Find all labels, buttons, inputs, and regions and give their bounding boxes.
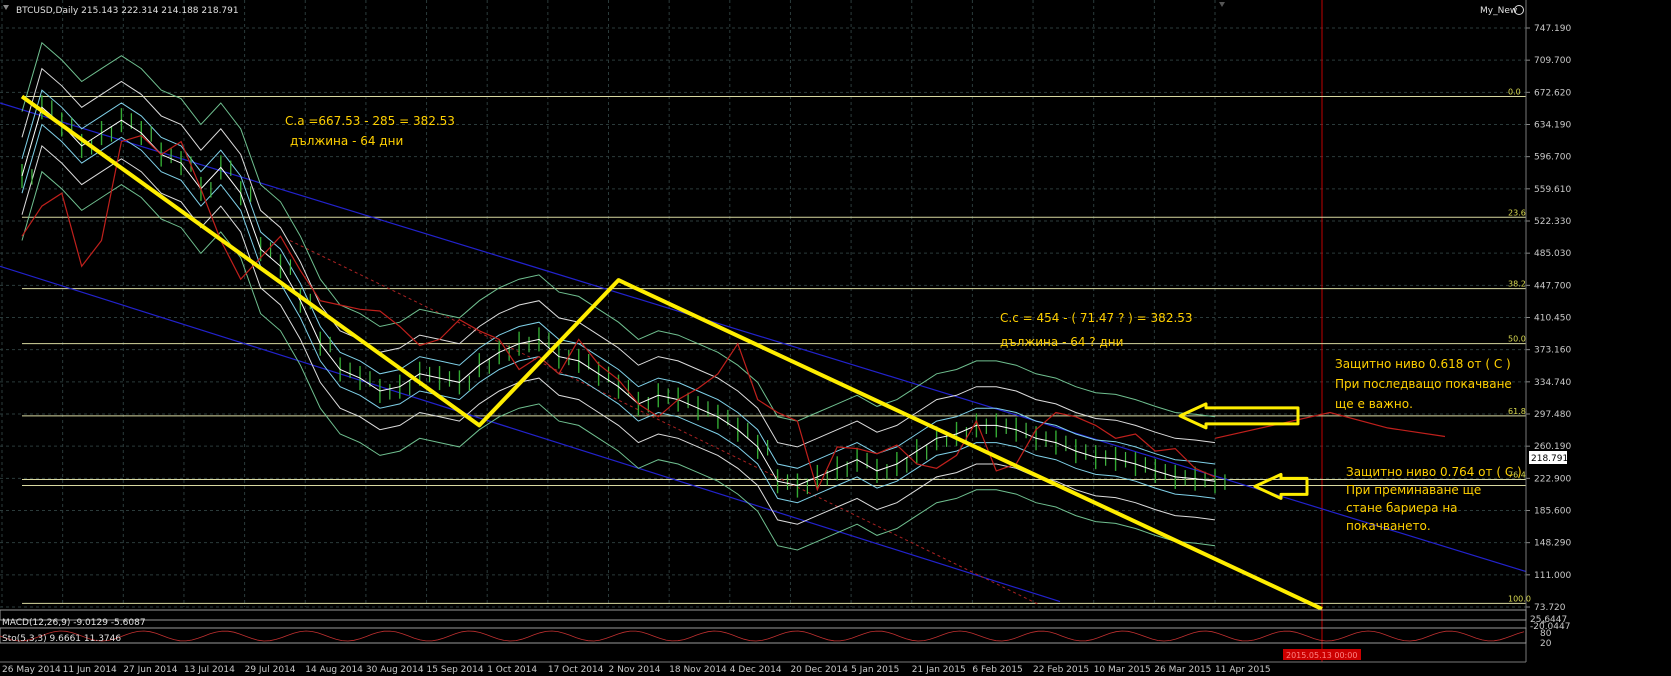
x-tick-label: 17 Oct 2014 (548, 665, 604, 675)
x-tick-label: 26 Mar 2015 (1154, 665, 1211, 675)
trading-terminal: 0.0 23.6 38.2 50.0 61.8 76.4 100.0 747.190 709.… (0, 0, 1671, 676)
fib-level-label: 61.8 (1508, 407, 1526, 416)
x-tick-label: 15 Sep 2014 (427, 665, 484, 675)
y-tick-label: 148.290 (1534, 539, 1571, 549)
y-tick-label: 222.900 (1534, 474, 1571, 484)
x-tick-label: 21 Jan 2015 (912, 665, 966, 675)
profile-label: My_New (1480, 6, 1517, 16)
y-tick-label: 111.000 (1534, 571, 1571, 581)
y-tick-label: 297.480 (1534, 410, 1571, 420)
x-tick-label: 14 Aug 2014 (305, 665, 363, 675)
stoch-label: Sto(5,3,3) 9.6661 11.3746 (2, 634, 121, 644)
fib-level-label: 38.2 (1508, 280, 1526, 289)
y-tick-label: 522.330 (1534, 217, 1571, 227)
support-618-note: Защитно ниво 0.618 от ( C ) (1335, 357, 1511, 371)
y-tick-label: 485.030 (1534, 249, 1571, 259)
macd-label: MACD(12,26,9) -9.0129 -5.6087 (2, 618, 146, 628)
y-tick-label: 596.700 (1534, 153, 1571, 163)
fib-level-label: 100.0 (1508, 594, 1531, 603)
y-tick-label: 410.450 (1534, 314, 1571, 324)
support-764-note: Защитно ниво 0.764 от ( C ) (1346, 465, 1522, 479)
y-tick-label: 709.700 (1534, 56, 1571, 66)
support-764-line2: При преминаване ще (1346, 483, 1481, 497)
future-time-label: 2015.05.13 00:00 (1286, 651, 1357, 660)
x-tick-label: 10 Mar 2015 (1094, 665, 1151, 675)
y-tick-label: 447.700 (1534, 281, 1571, 291)
x-tick-label: 27 Jun 2014 (123, 665, 177, 675)
x-tick-label: 1 Oct 2014 (487, 665, 537, 675)
y-tick-label: 185.600 (1534, 507, 1571, 517)
stoch-scale-bottom: 20 (1540, 639, 1552, 649)
x-tick-label: 13 Jul 2014 (184, 665, 235, 675)
x-tick-label: 6 Feb 2015 (972, 665, 1022, 675)
x-tick-label: 5 Jan 2015 (851, 665, 899, 675)
x-tick-label: 29 Jul 2014 (245, 665, 296, 675)
x-tick-label: 22 Feb 2015 (1033, 665, 1089, 675)
wave-c-length: дължина - 64 ? дни (1000, 335, 1123, 349)
x-tick-label: 30 Aug 2014 (366, 665, 424, 675)
support-764-line4: покачването. (1346, 519, 1431, 533)
x-tick-label: 2 Nov 2014 (609, 665, 661, 675)
y-tick-label: 260.190 (1534, 442, 1571, 452)
x-tick-label: 20 Dec 2014 (790, 665, 848, 675)
current-price-label: 218.791 (1531, 454, 1568, 464)
support-764-line3: стане бариера на (1346, 501, 1458, 515)
y-tick-label: 373.160 (1534, 346, 1571, 356)
y-tick-label: 73.720 (1534, 603, 1566, 613)
x-tick-label: 4 Dec 2014 (730, 665, 782, 675)
fib-level-label: 50.0 (1508, 335, 1526, 344)
y-tick-label: 559.610 (1534, 185, 1571, 195)
x-tick-label: 26 May 2014 (2, 665, 61, 675)
x-tick-label: 11 Apr 2015 (1215, 665, 1271, 675)
x-tick-label: 18 Nov 2014 (669, 665, 727, 675)
wave-c-note: C.c = 454 - ( 71.47 ? ) = 382.53 (1000, 311, 1193, 325)
support-618-line3: ще е важно. (1335, 397, 1413, 411)
wave-a-note: C.a =667.53 - 285 = 382.53 (285, 114, 455, 128)
fib-level-label: 23.6 (1508, 208, 1526, 217)
fib-level-label: 0.0 (1508, 87, 1521, 96)
y-tick-label: 634.190 (1534, 121, 1571, 131)
support-618-line2: При последващо покачване (1335, 377, 1512, 391)
y-tick-label: 672.620 (1534, 88, 1571, 98)
y-tick-label: 747.190 (1534, 24, 1571, 34)
x-tick-label: 11 Jun 2014 (63, 665, 117, 675)
wave-a-length: дължина - 64 дни (290, 134, 403, 148)
y-tick-label: 334.740 (1534, 378, 1571, 388)
price-chart[interactable]: 0.023.638.250.061.876.4100.0 747.190709.… (0, 0, 1671, 676)
chart-symbol-info: BTCUSD,Daily 215.143 222.314 214.188 218… (16, 6, 239, 16)
stoch-scale-top: 80 (1540, 629, 1552, 639)
